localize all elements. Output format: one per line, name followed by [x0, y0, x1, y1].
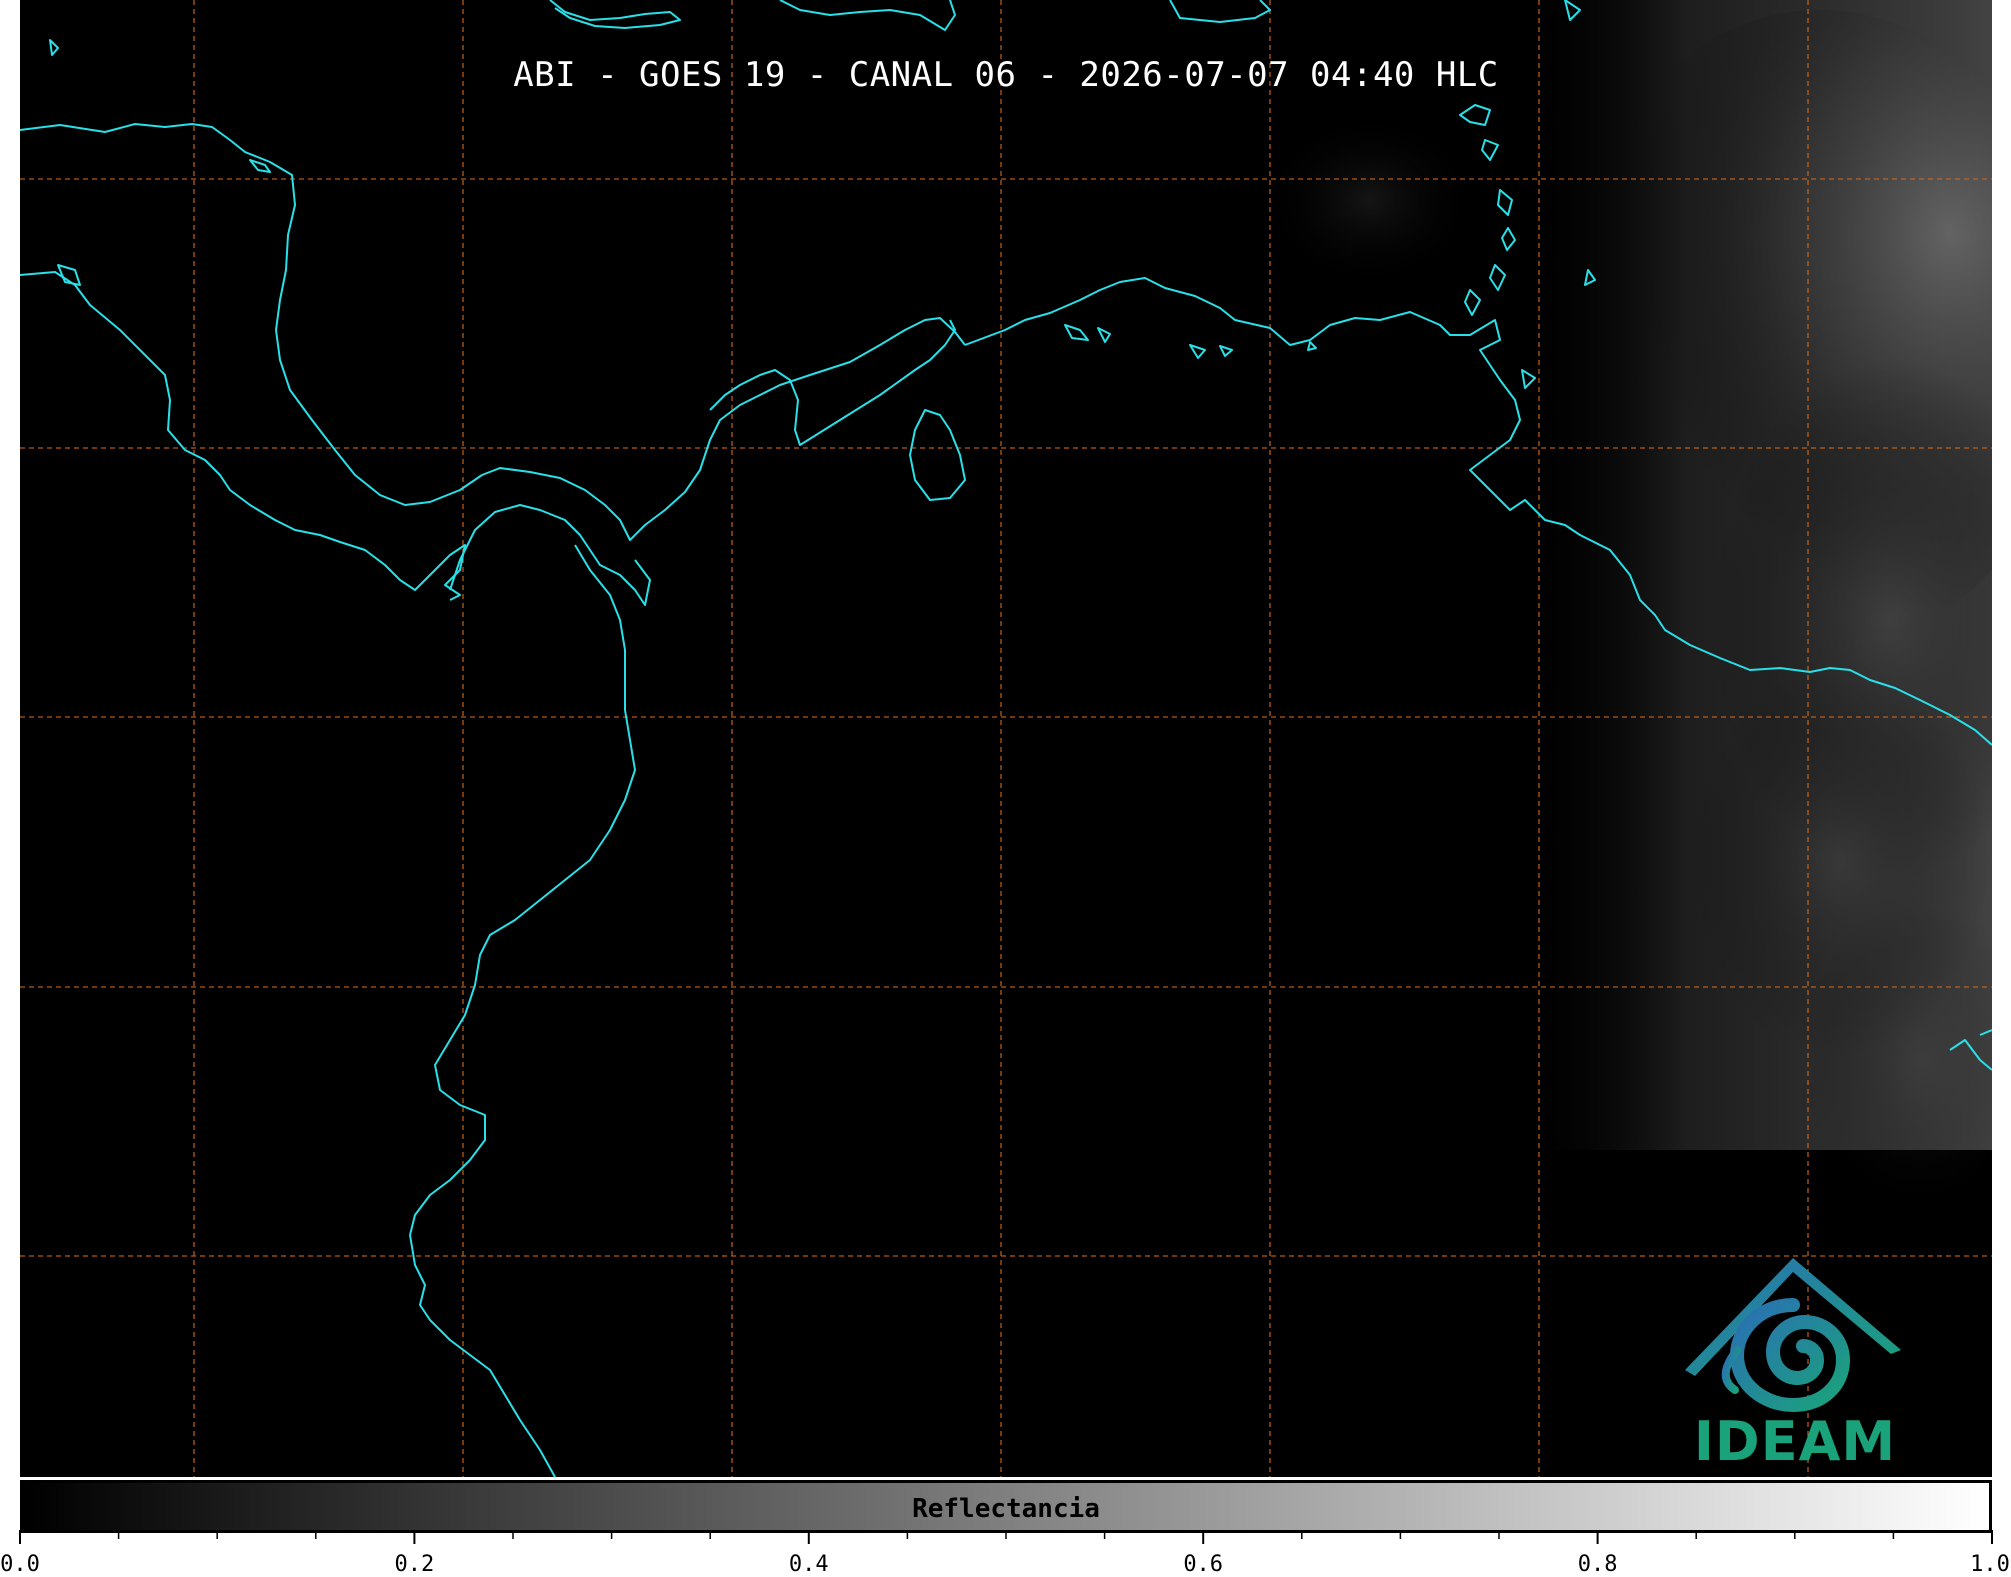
coastline-island-16 — [49, 39, 59, 56]
coastline-island-3 — [1497, 189, 1513, 216]
satellite-map: ABI - GOES 19 - CANAL 06 - 2026-07-07 04… — [20, 0, 1992, 1477]
coastline-guajira — [964, 277, 1501, 366]
coastline-central-america-south — [20, 271, 466, 601]
coastline-hispaniola — [779, 0, 956, 31]
colorbar-ticks — [19, 1530, 1993, 1544]
coastline-island-1 — [1459, 104, 1491, 126]
ideam-logo: IDEAM — [1665, 1250, 1925, 1473]
coastline-central-america-north — [20, 123, 966, 541]
ideam-emblem-icon — [1685, 1258, 1901, 1413]
coastline-island-9 — [1064, 324, 1089, 341]
coastline-island-13 — [1307, 341, 1317, 351]
map-title: ABI - GOES 19 - CANAL 06 - 2026-07-07 04… — [513, 55, 1499, 95]
colorbar-tick-label: 0.0 — [0, 1552, 40, 1577]
coastline-colombia-pacific — [409, 544, 636, 1477]
colorbar: Reflectancia — [20, 1480, 1992, 1533]
colorbar-tick-label: 0.2 — [394, 1552, 435, 1577]
coastline-island-12 — [1219, 345, 1233, 357]
colorbar-tick-label: 0.4 — [788, 1552, 829, 1577]
coastline-island-11 — [1189, 344, 1206, 359]
colorbar-label: Reflectancia — [912, 1494, 1100, 1524]
cloud-field — [1260, 0, 1992, 1220]
coastline-island-14 — [57, 264, 81, 286]
colorbar-tick-label: 1.0 — [1970, 1552, 2010, 1577]
coastline-lake-maracaibo — [909, 409, 966, 501]
coastline-colombia-caribbean — [709, 319, 956, 446]
coastline-island-10 — [1097, 327, 1111, 343]
colorbar-tick-label: 0.6 — [1183, 1552, 1224, 1577]
coastline-island-2 — [1481, 139, 1499, 161]
coastline-jamaica — [549, 0, 681, 29]
coastline-island-5 — [1489, 264, 1506, 291]
coastline-puerto-rico — [1169, 0, 1271, 23]
ideam-logo-text: IDEAM — [1693, 1410, 1897, 1473]
coastline-island-4 — [1501, 227, 1516, 251]
coastline-island-6 — [1464, 289, 1481, 316]
colorbar-tick-label: 0.8 — [1577, 1552, 1618, 1577]
